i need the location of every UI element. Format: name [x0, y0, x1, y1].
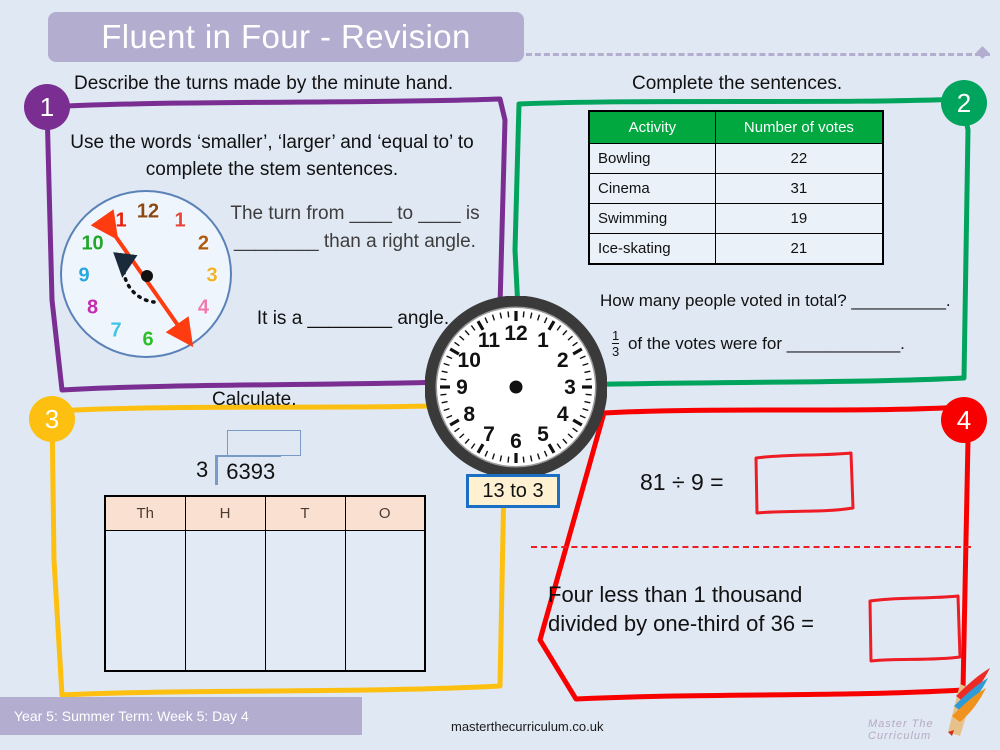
center-clock-numeral-5: 5: [537, 423, 549, 446]
section-4-divider: [531, 546, 971, 548]
clock-time-label: 13 to 3: [466, 474, 560, 508]
section-2-fraction-text: of the votes were for ____________.: [627, 334, 905, 354]
place-value-cell-h[interactable]: [184, 530, 266, 671]
bus-stop-division: 3 6393: [196, 430, 301, 485]
division-answer-box[interactable]: [227, 430, 301, 456]
section-2-heading: Complete the sentences.: [632, 73, 843, 94]
worksheet-page: Fluent in Four - Revision 1 2 3 4 Descri…: [0, 0, 1000, 750]
section-1-heading: Describe the turns made by the minute ha…: [74, 73, 454, 94]
votes-cell-activity: Cinema: [588, 173, 716, 204]
votes-table-header-votes: Number of votes: [714, 110, 884, 144]
votes-cell-activity: Swimming: [588, 203, 716, 234]
center-clock-numeral-7: 7: [483, 423, 495, 446]
section-3-heading: Calculate.: [212, 389, 297, 410]
division-row: 3 6393: [196, 455, 301, 485]
center-clock-numeral-2: 2: [557, 349, 569, 372]
table-row: Cinema 31: [588, 173, 884, 204]
title-banner: Fluent in Four - Revision: [48, 12, 524, 62]
place-value-cell-t[interactable]: [264, 530, 346, 671]
fraction-one-third: 1 3: [612, 328, 620, 359]
section-2-fraction-question: 1 3 of the votes were for ____________.: [612, 328, 905, 359]
section-badge-2: 2: [941, 80, 987, 126]
votes-table-header-activity: Activity: [588, 110, 716, 144]
section-4-answer-box-2[interactable]: [866, 592, 962, 664]
center-clock-numeral-3: 3: [564, 376, 576, 399]
center-clock-numeral-10: 10: [458, 349, 481, 372]
place-value-header-t: T: [264, 495, 346, 531]
fraction-denominator: 3: [612, 342, 620, 359]
votes-cell-count: 31: [714, 173, 884, 204]
footer-lesson-label: Year 5: Summer Term: Week 5: Day 4: [14, 708, 249, 724]
place-value-cell-o[interactable]: [344, 530, 426, 671]
page-title: Fluent in Four - Revision: [101, 18, 471, 55]
title-dashed-rule: [490, 53, 990, 56]
center-clock-numeral-8: 8: [463, 403, 475, 426]
center-clock-numeral-11: 11: [478, 329, 501, 352]
footer-lesson-band: Year 5: Summer Term: Week 5: Day 4: [0, 697, 362, 735]
clock-turn-arrow-icon: [90, 209, 194, 348]
votes-cell-activity: Ice-skating: [588, 233, 716, 265]
center-clock-numeral-12: 12: [504, 322, 527, 345]
section-4-sum-1: 81 ÷ 9 =: [640, 469, 724, 495]
section-4-answer-box-1[interactable]: [752, 450, 856, 516]
place-value-entry-row: [104, 530, 426, 671]
place-value-header-o: O: [344, 495, 426, 531]
section-1-instruction: Use the words ‘smaller’, ‘larger’ and ‘e…: [70, 132, 474, 180]
division-dividend: 6393: [215, 455, 282, 485]
center-clock-numeral-1: 1: [537, 329, 549, 352]
section-2-total-question: How many people voted in total? ________…: [600, 291, 951, 310]
title-dash-endcap-icon: [976, 46, 989, 59]
table-row: Swimming 19: [588, 203, 884, 234]
place-value-header-th: Th: [104, 495, 186, 531]
votes-table-header-row: Activity Number of votes: [588, 110, 884, 144]
votes-cell-count: 19: [714, 203, 884, 234]
section-4-sum-2: Four less than 1 thousand divided by one…: [548, 582, 815, 637]
place-value-table: Th H T O: [104, 495, 426, 672]
section-badge-3: 3: [29, 396, 75, 442]
pencil-logo-icon: [948, 668, 990, 736]
section-badge-1: 1: [24, 84, 70, 130]
division-divisor: 3: [196, 457, 209, 482]
votes-cell-activity: Bowling: [588, 143, 716, 174]
section-badge-4: 4: [941, 397, 987, 443]
colourful-clock-face: 123456789101112: [60, 190, 232, 358]
center-clock-numeral-6: 6: [510, 430, 522, 453]
votes-cell-count: 22: [714, 143, 884, 174]
table-row: Ice-skating 21: [588, 233, 884, 265]
center-clock-numeral-4: 4: [557, 403, 569, 426]
fraction-numerator: 1: [612, 328, 620, 343]
votes-table: Activity Number of votes Bowling 22 Cinema…: [588, 110, 884, 265]
center-clock: 1234567891011 12: [425, 296, 607, 478]
place-value-header-row: Th H T O: [104, 495, 426, 531]
center-clock-numeral-9: 9: [456, 376, 468, 399]
place-value-header-h: H: [184, 495, 266, 531]
place-value-cell-th[interactable]: [104, 530, 186, 671]
section-1-stem-sentence-1: The turn from ____ to ____ is ________ t…: [230, 203, 480, 252]
footer-url: masterthecurriculum.co.uk: [451, 719, 604, 734]
table-row: Bowling 22: [588, 143, 884, 174]
votes-cell-count: 21: [714, 233, 884, 265]
